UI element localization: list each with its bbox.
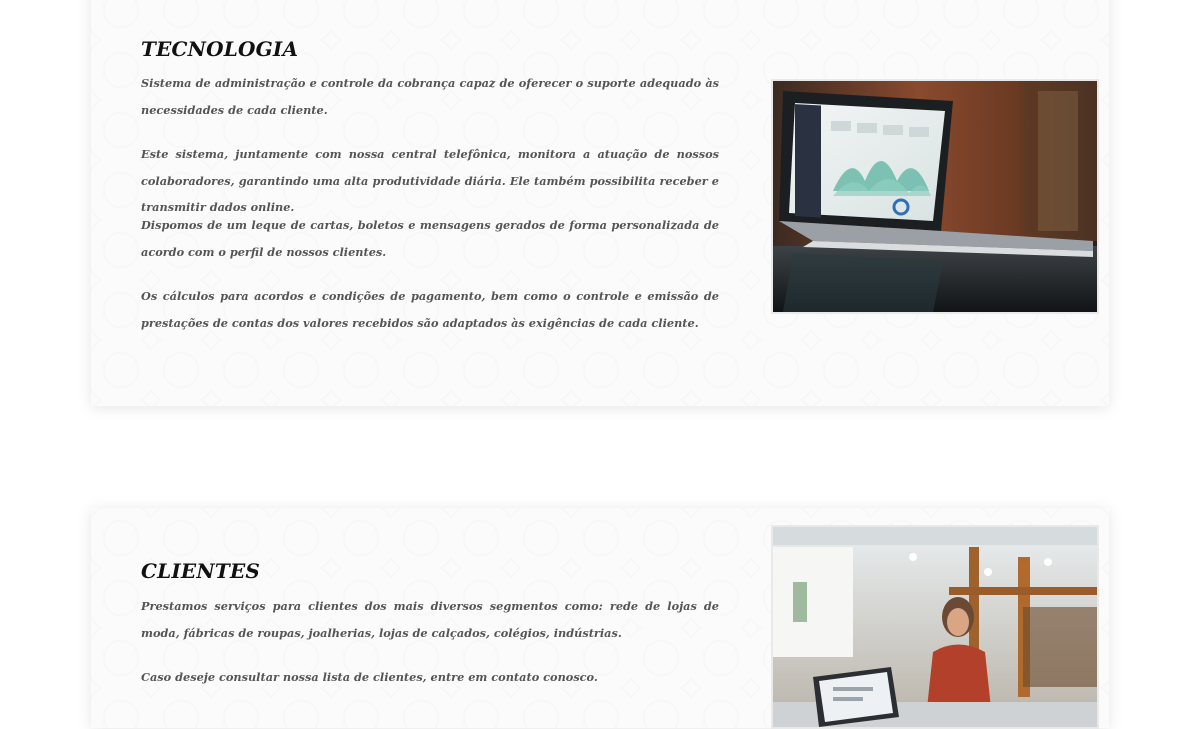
tecnologia-section: TECNOLOGIA Sistema de administração e co… [91,0,1109,406]
clientes-section: CLIENTES Prestamos serviços para cliente… [91,508,1109,729]
tecnologia-paragraph-1: Sistema de administração e controle da c… [141,76,719,117]
clientes-heading: CLIENTES [141,559,261,583]
tecnologia-paragraph-4: Os cálculos para acordos e condições de … [141,289,719,330]
laptop-dashboard-image [773,81,1097,312]
laptop-dashboard-photo [771,79,1099,314]
clientes-paragraph-1: Prestamos serviços para clientes dos mai… [141,599,719,640]
tecnologia-heading: TECNOLOGIA [141,37,299,61]
clientes-paragraph-2: Caso deseje consultar nossa lista de cli… [141,670,598,684]
store-attendant-photo [771,525,1099,729]
tecnologia-paragraph-3: Dispomos de um leque de cartas, boletos … [141,218,719,259]
tecnologia-paragraph-2: Este sistema, juntamente com nossa centr… [141,147,719,214]
store-attendant-image [773,527,1097,727]
